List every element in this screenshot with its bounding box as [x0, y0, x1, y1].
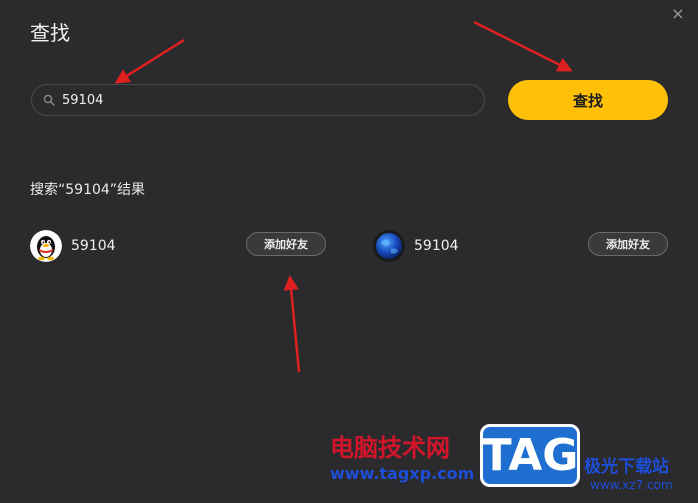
- watermark-site-url: www.xz7.com: [590, 478, 673, 492]
- result-item: 59104 添加好友: [373, 230, 669, 264]
- globe-avatar[interactable]: [373, 230, 405, 262]
- watermark-cn-text: 电脑技术网: [330, 434, 450, 462]
- watermark-url: www.tagxp.com: [330, 464, 475, 483]
- search-icon: [43, 94, 55, 106]
- arrow-to-find-button: [473, 20, 573, 72]
- result-name: 59104: [414, 238, 459, 254]
- watermark-site: 极光下载站: [584, 457, 669, 477]
- penguin-avatar[interactable]: [30, 230, 62, 262]
- dialog-title: 查找: [30, 21, 70, 45]
- find-dialog: 查找 × 查找 搜索“59104”结果: [0, 0, 698, 503]
- results-label: 搜索“59104”结果: [30, 182, 146, 198]
- search-box[interactable]: [31, 84, 485, 116]
- arrow-to-search: [114, 38, 185, 84]
- add-friend-button[interactable]: 添加好友: [588, 232, 668, 256]
- close-icon[interactable]: ×: [670, 6, 686, 22]
- result-name: 59104: [71, 238, 116, 254]
- search-input[interactable]: [62, 88, 484, 112]
- add-friend-button[interactable]: 添加好友: [246, 232, 326, 256]
- watermark-tag-logo: TAG: [480, 424, 580, 487]
- watermark: 电脑技术网 www.tagxp.com TAG 极光下载站 www.xz7.co…: [322, 424, 698, 503]
- result-item: 59104 添加好友: [30, 230, 326, 264]
- find-button[interactable]: 查找: [508, 80, 668, 120]
- arrow-to-add-friend: [283, 275, 301, 373]
